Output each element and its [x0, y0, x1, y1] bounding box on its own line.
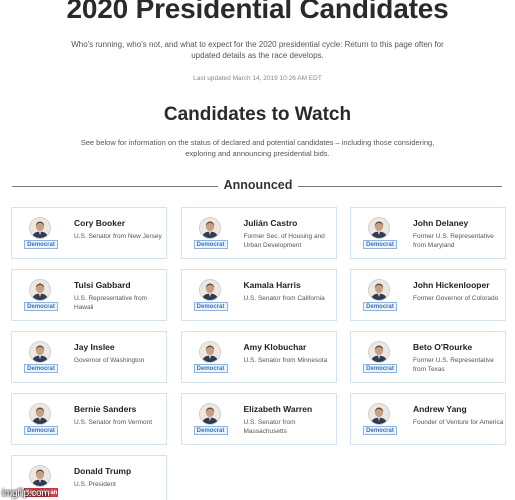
page-intro: Who's running, who's not, and what to ex…: [71, 40, 444, 60]
candidate-photo-icon: [29, 403, 51, 425]
party-badge: Democrat: [193, 240, 228, 249]
party-badge: Democrat: [24, 302, 58, 311]
candidate-card[interactable]: Democrat John Hickenlooper Former Govern…: [350, 269, 506, 321]
candidate-name[interactable]: Andrew Yang: [413, 404, 467, 414]
person-silhouette-icon: [30, 466, 50, 486]
candidate-name[interactable]: Julián Castro: [244, 218, 298, 228]
candidate-name[interactable]: Elizabeth Warren: [244, 404, 313, 414]
person-silhouette-icon: [30, 342, 50, 362]
watermark: imgflip.com: [2, 488, 50, 499]
candidate-description: Former U.S. Representative from Maryland: [413, 233, 494, 249]
candidate-description: Governor of Washington: [74, 357, 145, 364]
person-silhouette-icon: [199, 280, 220, 300]
candidate-card[interactable]: Democrat Kamala Harris U.S. Senator from…: [180, 269, 337, 321]
candidate-card[interactable]: Democrat Beto O'Rourke Former U.S. Repre…: [350, 331, 506, 383]
candidate-name[interactable]: Tulsi Gabbard: [74, 280, 131, 290]
section-description: See below for information on the status …: [80, 138, 435, 158]
candidate-card[interactable]: Democrat John Delaney Former U.S. Repres…: [350, 207, 506, 259]
person-silhouette-icon: [199, 218, 220, 238]
candidate-name[interactable]: Cory Booker: [74, 218, 125, 228]
candidate-description: Former U.S. Representative from Texas: [413, 357, 494, 373]
candidate-grid: Democrat Cory Booker U.S. Senator from N…: [11, 207, 506, 500]
announced-heading: Announced: [218, 178, 298, 192]
party-badge: Democrat: [193, 426, 228, 435]
party-badge: Democrat: [24, 240, 58, 249]
candidate-description: U.S. Senator from California: [243, 295, 325, 302]
candidate-name[interactable]: Amy Klobuchar: [244, 342, 307, 352]
party-badge: Democrat: [363, 426, 397, 435]
candidate-photo-icon: [29, 341, 51, 363]
candidate-card[interactable]: Democrat Tulsi Gabbard U.S. Representati…: [11, 269, 167, 321]
candidate-name[interactable]: Beto O'Rourke: [413, 342, 472, 352]
candidate-card[interactable]: Democrat Cory Booker U.S. Senator from N…: [11, 207, 167, 259]
candidate-photo-icon: [368, 217, 390, 239]
party-badge: Democrat: [193, 364, 228, 373]
candidate-photo-icon: [29, 279, 51, 301]
candidate-description: U.S. President: [74, 481, 116, 488]
candidate-description: U.S. Senator from Minnesota: [243, 357, 328, 364]
candidate-description: U.S. Senator from Vermont: [74, 419, 153, 426]
candidate-photo-icon: [368, 279, 390, 301]
candidate-card[interactable]: Democrat Elizabeth Warren U.S. Senator f…: [180, 393, 337, 445]
person-silhouette-icon: [30, 218, 50, 238]
party-badge: Democrat: [363, 364, 397, 373]
candidate-name[interactable]: John Delaney: [413, 218, 468, 228]
candidate-photo-icon: [368, 341, 390, 363]
candidate-name[interactable]: Bernie Sanders: [74, 404, 136, 414]
candidate-photo-icon: [198, 403, 221, 425]
person-silhouette-icon: [369, 218, 389, 238]
candidate-card[interactable]: Democrat Amy Klobuchar U.S. Senator from…: [180, 331, 337, 383]
party-badge: Democrat: [193, 302, 228, 311]
candidate-photo-icon: [29, 465, 51, 487]
candidate-card[interactable]: Democrat Bernie Sanders U.S. Senator fro…: [11, 393, 167, 445]
candidate-description: U.S. Senator from New Jersey: [74, 233, 162, 240]
candidate-name[interactable]: Jay Inslee: [74, 342, 115, 352]
candidate-photo-icon: [368, 403, 390, 425]
candidate-card[interactable]: Democrat Jay Inslee Governor of Washingt…: [11, 331, 167, 383]
party-badge: Democrat: [24, 364, 58, 373]
person-silhouette-icon: [369, 280, 389, 300]
candidate-photo-icon: [198, 341, 221, 363]
candidate-description: Former Governor of Colorado: [413, 295, 499, 302]
candidate-card[interactable]: Democrat Andrew Yang Founder of Venture …: [350, 393, 506, 445]
last-updated: Last updated March 14, 2019 10:26 AM EDT: [193, 75, 322, 82]
candidate-name[interactable]: John Hickenlooper: [413, 280, 490, 290]
person-silhouette-icon: [369, 342, 389, 362]
candidate-description: U.S. Senator from Massachusetts: [243, 419, 296, 435]
person-silhouette-icon: [30, 280, 50, 300]
candidate-description: U.S. Representative from Hawaii: [74, 295, 147, 311]
candidate-name[interactable]: Kamala Harris: [244, 280, 301, 290]
party-badge: Democrat: [24, 426, 58, 435]
candidate-photo-icon: [198, 217, 221, 239]
section-title: Candidates to Watch: [163, 104, 352, 125]
person-silhouette-icon: [369, 404, 389, 424]
party-badge: Democrat: [363, 302, 397, 311]
candidate-description: Former Sec. of Housing and Urban Develop…: [243, 233, 325, 249]
candidate-photo-icon: [198, 279, 221, 301]
person-silhouette-icon: [199, 404, 220, 424]
person-silhouette-icon: [30, 404, 50, 424]
candidate-description: Founder of Venture for America: [413, 419, 504, 426]
person-silhouette-icon: [199, 342, 220, 362]
candidate-photo-icon: [29, 217, 51, 239]
candidate-card[interactable]: Democrat Julián Castro Former Sec. of Ho…: [180, 207, 337, 259]
candidate-name[interactable]: Donald Trump: [74, 466, 131, 476]
page-title: 2020 Presidential Candidates: [66, 0, 449, 24]
party-badge: Democrat: [363, 240, 397, 249]
